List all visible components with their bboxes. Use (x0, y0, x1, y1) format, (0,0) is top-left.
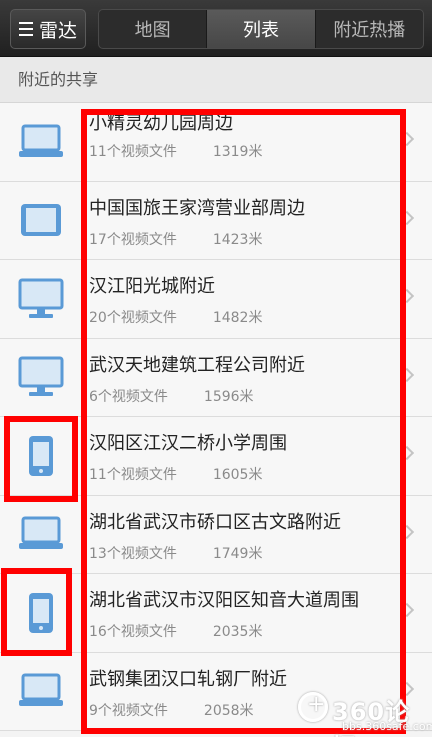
top-bar: 雷达 地图 列表 附近热播 (0, 0, 432, 57)
item-meta: 11个视频文件 1605米 (89, 464, 262, 484)
item-meta: 13个视频文件 1749米 (89, 543, 262, 563)
item-title: 湖北省武汉市汉阳区知音大道周围 (89, 590, 359, 611)
item-title: 小精灵幼儿园周边 (89, 113, 233, 134)
item-meta: 6个视频文件 1596米 (89, 386, 254, 406)
item-meta: 20个视频文件 1482米 (89, 307, 262, 327)
chevron-right-icon (399, 367, 415, 382)
chevron-right-icon (399, 602, 415, 618)
chevron-right-icon (399, 445, 415, 461)
item-meta: 16个视频文件 2035米 (89, 621, 262, 641)
phone-icon (0, 417, 82, 495)
distance: 2035米 (212, 624, 263, 640)
tablet-icon (0, 182, 82, 260)
watermark-subtext: bbs.360safe.com (342, 720, 432, 733)
distance: 2058米 (203, 702, 254, 719)
file-count: 17个视频文件 (89, 231, 177, 248)
item-meta: 17个视频文件 1423米 (89, 229, 262, 249)
file-count: 9个视频文件 (89, 702, 168, 719)
list-item[interactable]: 湖北省武汉市汉阳区知音大道周围 16个视频文件 2035米 (0, 574, 432, 653)
file-count: 11个视频文件 (89, 467, 177, 483)
file-count: 11个视频文件 (89, 144, 177, 160)
file-count: 16个视频文件 (89, 624, 177, 640)
list-item[interactable]: 武汉天地建筑工程公司附近 6个视频文件 1596米 (0, 338, 432, 417)
distance: 1482米 (212, 310, 263, 326)
item-title: 武汉天地建筑工程公司附近 (89, 354, 305, 376)
chevron-right-icon (399, 131, 415, 147)
item-title: 中国国旅王家湾营业部周边 (89, 197, 305, 219)
list-item[interactable]: 小精灵幼儿园周边 11个视频文件 1319米 (0, 103, 432, 182)
watermark-icon (298, 692, 328, 722)
monitor-icon (0, 260, 82, 338)
distance: 1596米 (203, 388, 254, 405)
distance: 1319米 (212, 144, 263, 160)
item-title: 湖北省武汉市硚口区古文路附近 (89, 511, 341, 533)
laptop-icon (0, 653, 82, 731)
item-meta: 11个视频文件 1319米 (89, 141, 262, 161)
menu-icon (18, 22, 33, 36)
phone-icon (0, 574, 82, 652)
laptop-icon (0, 103, 82, 181)
list-item[interactable]: 汉江阳光城附近 20个视频文件 1482米 (0, 260, 432, 339)
laptop-icon (0, 496, 82, 574)
item-meta: 9个视频文件 2058米 (89, 700, 254, 720)
distance: 1423米 (212, 231, 263, 248)
tab-nearby-popular[interactable]: 附近热播 (316, 10, 423, 48)
section-title: 附近的共享 (0, 57, 432, 103)
watermark-logo: 360论坛 bbs.360safe.com (296, 690, 432, 737)
share-list: 小精灵幼儿园周边 11个视频文件 1319米 中国国旅王家湾营业部周边 17个视频… (0, 103, 432, 731)
tab-map[interactable]: 地图 (99, 10, 208, 48)
item-title: 汉阳区江汉二桥小学周围 (89, 433, 287, 454)
radar-menu-button[interactable]: 雷达 (10, 9, 86, 49)
view-tabs: 地图 列表 附近热播 (98, 9, 424, 49)
file-count: 20个视频文件 (89, 310, 177, 326)
distance: 1749米 (212, 545, 263, 562)
chevron-right-icon (399, 210, 415, 225)
list-item[interactable]: 中国国旅王家湾营业部周边 17个视频文件 1423米 (0, 181, 432, 260)
list-item[interactable]: 汉阳区江汉二桥小学周围 11个视频文件 1605米 (0, 417, 432, 496)
chevron-right-icon (399, 288, 415, 304)
monitor-icon (0, 339, 82, 417)
file-count: 6个视频文件 (89, 388, 168, 405)
radar-menu-label: 雷达 (38, 19, 77, 42)
item-title: 汉江阳光城附近 (89, 276, 215, 297)
list-item[interactable]: 湖北省武汉市硚口区古文路附近 13个视频文件 1749米 (0, 495, 432, 574)
tab-list[interactable]: 列表 (207, 10, 316, 48)
chevron-right-icon (399, 524, 415, 539)
distance: 1605米 (212, 467, 263, 483)
item-title: 武钢集团汉口轧钢厂附近 (89, 668, 287, 690)
file-count: 13个视频文件 (89, 545, 177, 562)
